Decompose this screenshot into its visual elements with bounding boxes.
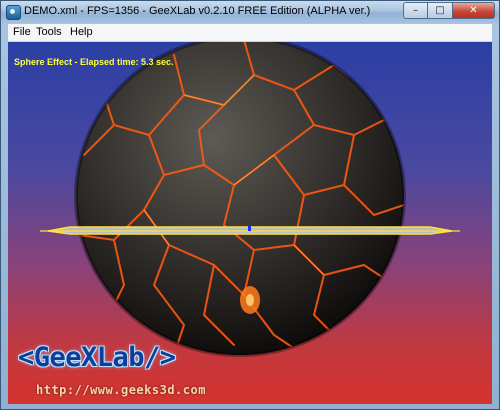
elapsed-time-overlay: Sphere Effect - Elapsed time: 5.3 sec. (14, 57, 174, 67)
lava-sphere (74, 42, 406, 357)
window-controls: – □ ✕ (403, 2, 495, 20)
title-bar[interactable]: DEMO.xml - FPS=1356 - GeeXLab v0.2.10 FR… (1, 1, 499, 23)
flat-disc-plane (40, 226, 460, 235)
menu-tools[interactable]: Tools (36, 26, 62, 38)
window-title: DEMO.xml - FPS=1356 - GeeXLab v0.2.10 FR… (24, 5, 371, 17)
app-window: DEMO.xml - FPS=1356 - GeeXLab v0.2.10 FR… (0, 0, 500, 410)
app-icon[interactable] (6, 5, 21, 20)
close-button[interactable]: ✕ (453, 2, 495, 19)
render-viewport[interactable]: Sphere Effect - Elapsed time: 5.3 sec. <… (8, 42, 492, 404)
menu-help[interactable]: Help (70, 26, 93, 38)
menu-bar: File Tools Help (8, 24, 492, 42)
website-url: http://www.geeks3d.com (36, 383, 206, 397)
menu-file[interactable]: File (13, 26, 31, 38)
maximize-button[interactable]: □ (428, 2, 453, 19)
geexlab-logo: <GeeXLab/> (18, 342, 176, 373)
minimize-button[interactable]: – (403, 2, 428, 19)
